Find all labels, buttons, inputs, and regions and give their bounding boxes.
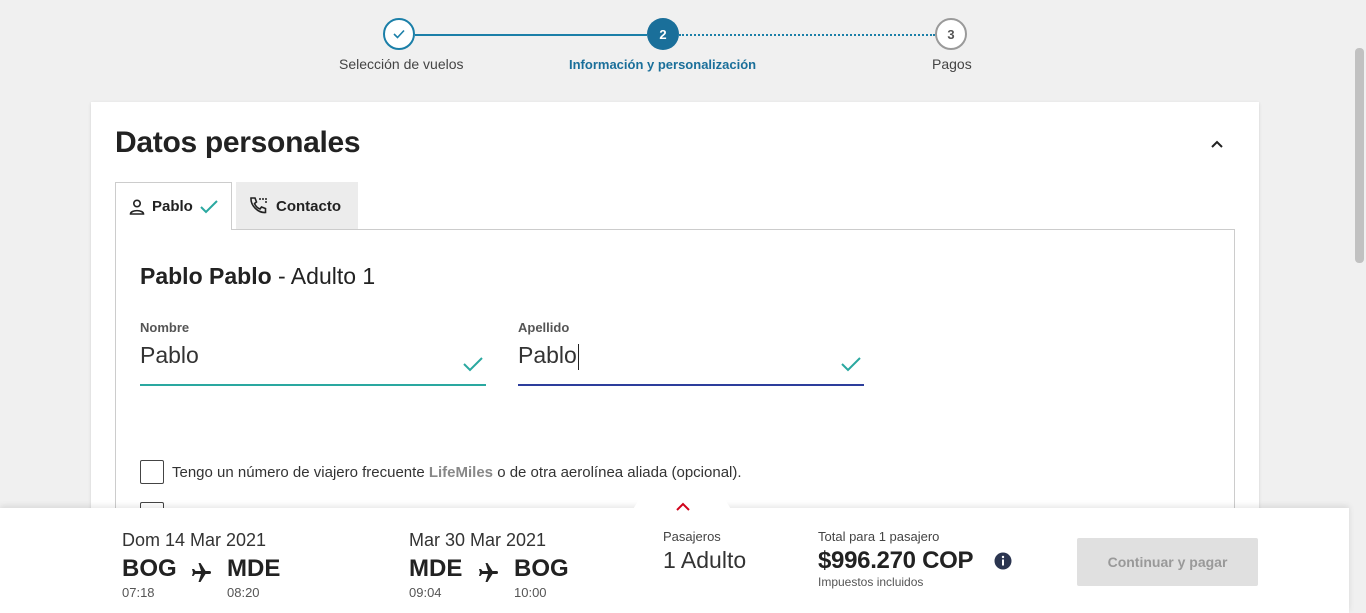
- progress-stepper: 2 3 Selección de vuelos Información y pe…: [0, 0, 1366, 100]
- return-date: Mar 30 Mar 2021: [409, 530, 547, 550]
- tab-label: Contacto: [276, 197, 341, 215]
- last-name-label: Apellido: [518, 320, 570, 335]
- tab-label: Pablo: [152, 198, 193, 215]
- phone-icon: [250, 197, 267, 214]
- info-icon[interactable]: [994, 552, 1012, 570]
- passengers-summary: Pasajeros 1 Adulto: [663, 529, 746, 574]
- airplane-icon: [479, 563, 498, 582]
- lifemiles-brand: LifeMiles: [428, 463, 494, 481]
- frequent-flyer-text: Tengo un número de viajero frecuente Lif…: [172, 464, 742, 481]
- continue-and-pay-button[interactable]: Continuar y pagar: [1077, 538, 1258, 586]
- check-icon: [393, 29, 405, 39]
- check-icon: [841, 357, 861, 372]
- passenger-heading: Pablo Pablo - Adulto 1: [140, 263, 375, 290]
- check-icon: [200, 199, 218, 213]
- outbound-departure-time: 07:18: [122, 585, 155, 600]
- last-name-input-wrap[interactable]: Pablo: [518, 342, 579, 370]
- passenger-name: Pablo Pablo: [140, 263, 272, 289]
- step-3-indicator: 3: [935, 18, 967, 50]
- check-icon: [463, 357, 483, 372]
- tab-passenger-pablo[interactable]: Pablo: [115, 182, 232, 230]
- first-name-input[interactable]: Pablo: [140, 342, 199, 369]
- first-name-label: Nombre: [140, 320, 190, 335]
- total-price: $996.270 COP: [818, 547, 974, 574]
- tab-contact[interactable]: Contacto: [236, 182, 358, 230]
- section-title: Datos personales: [115, 126, 361, 159]
- stepper-connector-complete: [415, 34, 647, 36]
- booking-summary-bar: Dom 14 Mar 2021 BOG MDE 07:18 08:20 Mar …: [0, 491, 1349, 613]
- last-name-underline: [518, 384, 864, 386]
- total-summary: Total para 1 pasajero $996.270 COP Impue…: [818, 529, 973, 589]
- passengers-label: Pasajeros: [663, 529, 721, 544]
- taxes-note: Impuestos incluidos: [818, 575, 924, 589]
- passengers-value: 1 Adulto: [663, 547, 747, 573]
- frequent-flyer-text-start: Tengo un número de viajero frecuente: [172, 463, 429, 481]
- frequent-flyer-option[interactable]: Tengo un número de viajero frecuente Lif…: [140, 460, 742, 484]
- frequent-flyer-text-end: o de otra aerolínea aliada (opcional).: [493, 463, 742, 481]
- outbound-arrival-time: 08:20: [227, 585, 260, 600]
- return-flight: Mar 30 Mar 2021 MDE BOG 09:04 10:00: [409, 530, 579, 600]
- return-destination: BOG: [514, 555, 569, 582]
- page-scrollbar[interactable]: [1349, 0, 1366, 613]
- return-origin: MDE: [409, 555, 463, 582]
- outbound-destination: MDE: [227, 555, 281, 582]
- step-1-label[interactable]: Selección de vuelos: [339, 56, 464, 72]
- return-arrival-time: 10:00: [514, 585, 547, 600]
- text-cursor: [577, 343, 579, 370]
- last-name-input[interactable]: Pablo: [518, 342, 577, 368]
- step-2-label: Información y personalización: [569, 57, 757, 72]
- step-2-indicator: 2: [647, 18, 679, 50]
- outbound-flight: Dom 14 Mar 2021 BOG MDE 07:18 08:20: [122, 530, 292, 600]
- passenger-type: - Adulto 1: [271, 263, 376, 289]
- step-1-indicator[interactable]: [383, 18, 415, 50]
- scrollbar-thumb[interactable]: [1355, 48, 1364, 263]
- stepper-connector-pending: [679, 34, 935, 36]
- first-name-underline: [140, 384, 486, 386]
- return-departure-time: 09:04: [409, 585, 442, 600]
- first-name-field[interactable]: Nombre Pablo: [140, 320, 486, 386]
- chevron-up-icon[interactable]: [1207, 134, 1227, 154]
- chevron-up-icon[interactable]: [675, 502, 691, 512]
- airplane-icon: [192, 563, 211, 582]
- total-label: Total para 1 pasajero: [818, 529, 940, 544]
- outbound-route: BOG MDE 07:18 08:20: [122, 555, 292, 600]
- outbound-date: Dom 14 Mar 2021: [122, 530, 267, 550]
- step-3-label: Pagos: [932, 56, 972, 72]
- frequent-flyer-checkbox[interactable]: [140, 460, 164, 484]
- person-icon: [129, 198, 145, 215]
- outbound-origin: BOG: [122, 555, 177, 582]
- return-route: MDE BOG 09:04 10:00: [409, 555, 579, 600]
- last-name-field[interactable]: Apellido Pablo: [518, 320, 864, 386]
